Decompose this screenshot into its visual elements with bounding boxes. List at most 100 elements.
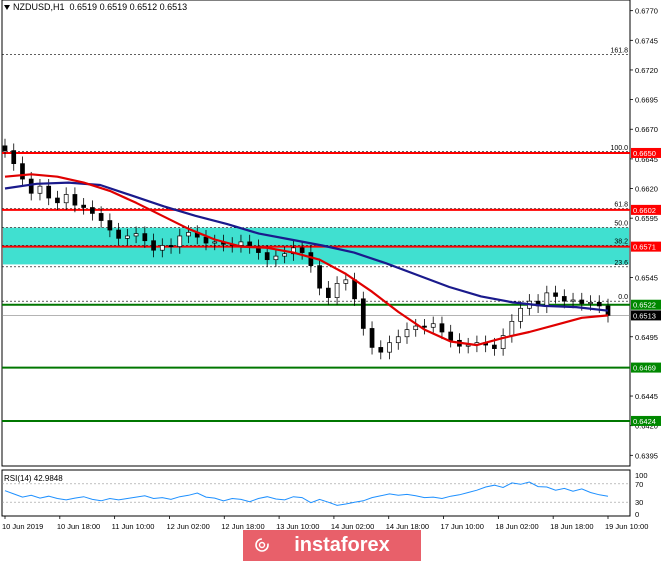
- candle-body: [334, 283, 340, 298]
- candle-body: [596, 302, 602, 307]
- candle-body: [72, 194, 78, 206]
- candle-body: [413, 325, 419, 330]
- spiral-logo-icon: [255, 538, 269, 552]
- candle-body: [37, 185, 43, 194]
- y-tick-label: 0.6545: [635, 273, 658, 282]
- price-tag-label: 0.6469: [633, 364, 656, 373]
- x-tick-label: 19 Jun 10:00: [605, 522, 648, 531]
- fib-label: 0.0: [618, 294, 628, 301]
- candle-body: [186, 232, 191, 237]
- candle-body: [378, 347, 384, 353]
- fib-label: 61.8: [614, 202, 628, 209]
- y-tick-label: 0.6495: [635, 333, 658, 342]
- candle-body: [98, 213, 104, 221]
- y-tick-label: 0.6595: [635, 214, 658, 223]
- fib-label: 50.0: [614, 221, 628, 228]
- x-tick-label: 17 Jun 10:00: [441, 522, 484, 531]
- candle-body: [448, 331, 454, 341]
- candle-body: [168, 245, 174, 247]
- candle-body: [282, 253, 288, 257]
- candle-body: [238, 241, 244, 246]
- candle-body: [518, 307, 523, 322]
- candle-body: [360, 298, 366, 329]
- candle-body: [159, 245, 165, 251]
- candle-body: [317, 265, 322, 289]
- candle-body: [46, 185, 52, 199]
- price-tag-label: 0.6522: [633, 301, 656, 310]
- rsi-level-label: 70: [635, 480, 643, 489]
- fib-label: 161.8: [610, 48, 628, 55]
- price-chart: 161.8 100.0 61.8 50.0 38.2 23.6 0.0 0.6770 0.674…: [1, 0, 661, 531]
- candle-body: [273, 255, 279, 261]
- rsi-pane: [1, 469, 631, 517]
- candle-body: [387, 342, 392, 353]
- candle-body: [509, 320, 515, 336]
- candle-body: [561, 296, 567, 302]
- y-tick-label: 0.6395: [635, 451, 658, 460]
- candle-body: [133, 233, 139, 237]
- candle-body: [404, 329, 410, 338]
- rsi-scale-label: 0: [635, 510, 639, 519]
- candle-body: [212, 241, 218, 244]
- y-tick-label: 0.6670: [635, 125, 658, 134]
- fib-label: 100.0: [610, 145, 628, 152]
- candle-body: [369, 328, 375, 348]
- x-tick-label: 18 Jun 02:00: [495, 522, 538, 531]
- candle-body: [570, 299, 576, 302]
- candle-body: [81, 204, 87, 208]
- candle-body: [116, 229, 121, 239]
- y-tick-label: 0.6770: [635, 7, 658, 16]
- logo-text: instaforex: [294, 534, 390, 556]
- candle-body: [395, 336, 401, 344]
- rsi-scale-label: 100: [635, 471, 648, 480]
- candle-body: [124, 235, 130, 239]
- candle-body: [325, 287, 331, 298]
- open-quote: 0.6519: [69, 2, 98, 12]
- candle-body: [107, 220, 113, 231]
- fib-label: 38.2: [614, 238, 628, 245]
- candle-body: [142, 233, 148, 242]
- y-tick-label: 0.6695: [635, 96, 658, 105]
- candle-body: [11, 150, 17, 164]
- candle-body: [177, 235, 183, 247]
- candle-body: [430, 323, 436, 328]
- candle-body: [308, 252, 314, 266]
- rsi-label: RSI(14) 42.9848: [4, 474, 63, 483]
- price-tag-label: 0.6650: [633, 149, 656, 158]
- candle-body: [299, 247, 305, 253]
- price-tag-label: 0.6571: [633, 243, 656, 252]
- quotes-values: 0.6519 0.6512 0.6513: [99, 2, 188, 12]
- candle-body: [352, 279, 357, 300]
- candle-body: [264, 252, 270, 261]
- candle-body: [553, 292, 558, 297]
- price-tag-label: 0.6513: [633, 311, 656, 320]
- x-tick-label: 10 Jun 18:00: [57, 522, 100, 531]
- candle-body: [439, 323, 445, 333]
- candle-body: [422, 325, 427, 328]
- candle-body: [63, 194, 69, 204]
- price-tag-label: 0.6424: [633, 417, 656, 426]
- candle-body: [544, 292, 550, 307]
- rsi-level-label: 30: [635, 498, 643, 507]
- candle-body: [90, 207, 95, 214]
- x-tick-label: 18 Jun 18:00: [550, 522, 593, 531]
- candle-body: [20, 163, 25, 180]
- y-tick-label: 0.6620: [635, 185, 658, 194]
- candle-body: [28, 178, 34, 194]
- y-tick-label: 0.6720: [635, 66, 658, 75]
- candle-body: [465, 344, 471, 347]
- price-tag-label: 0.6602: [633, 206, 656, 215]
- candle-body: [2, 145, 8, 151]
- chevron-down-icon[interactable]: [4, 5, 10, 11]
- x-tick-label: 11 Jun 10:00: [112, 522, 155, 531]
- candle-body: [203, 236, 209, 244]
- x-tick-label: 12 Jun 02:00: [166, 522, 209, 531]
- candle-body: [492, 344, 497, 349]
- y-tick-label: 0.6745: [635, 36, 658, 45]
- symbol-label: NZDUSD,H1: [13, 2, 65, 12]
- x-tick-label: 10 Jun 2019: [2, 522, 43, 531]
- candle-body: [343, 279, 349, 284]
- candle-body: [588, 302, 593, 304]
- candle-body: [55, 197, 60, 204]
- y-tick-label: 0.6445: [635, 392, 658, 401]
